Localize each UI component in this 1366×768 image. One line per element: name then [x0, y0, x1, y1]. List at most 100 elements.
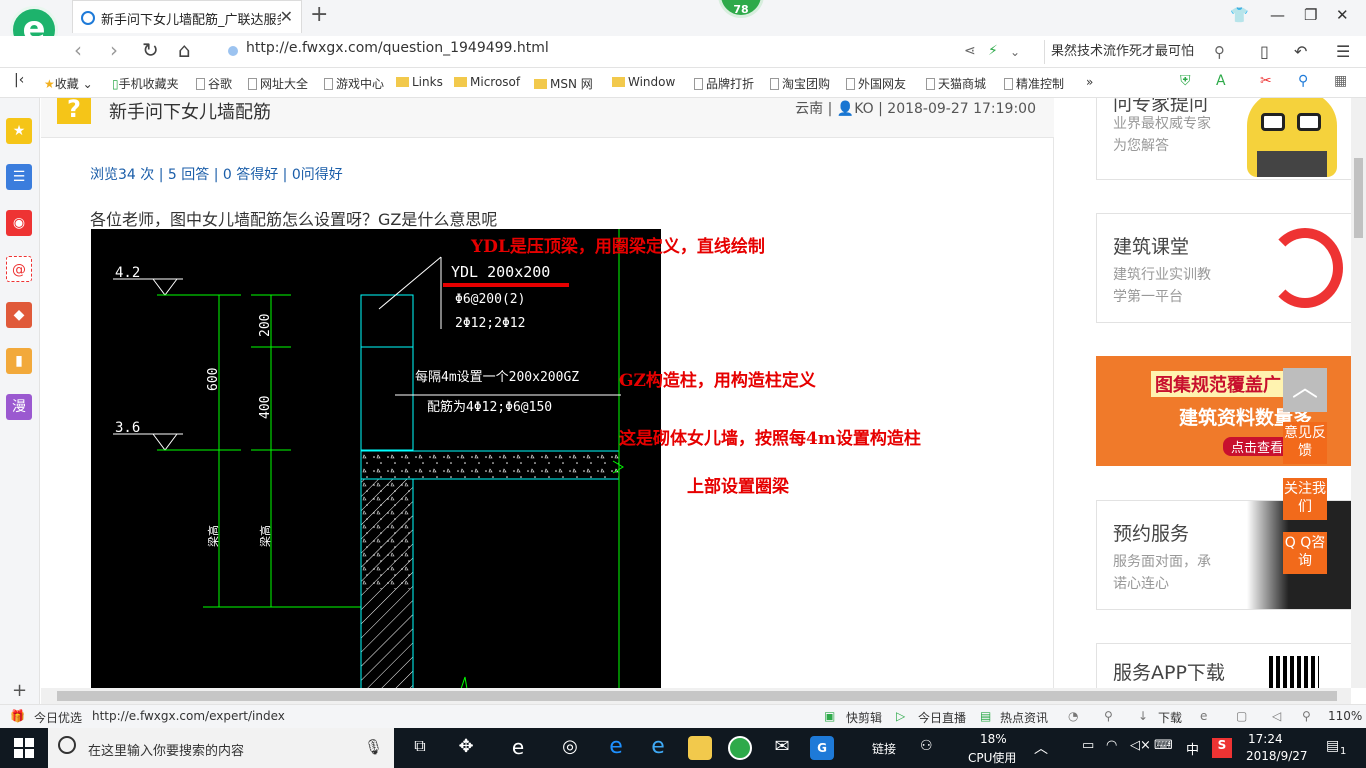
- translate-icon[interactable]: A: [1216, 73, 1226, 89]
- horizontal-scroll-thumb[interactable]: [57, 691, 1337, 701]
- mute-icon[interactable]: ◁: [1272, 709, 1281, 723]
- refresh-icon[interactable]: ↻: [142, 38, 159, 62]
- 360-browser-icon[interactable]: [728, 736, 752, 760]
- clock-date[interactable]: 2018/9/27: [1246, 749, 1308, 763]
- notification-icon[interactable]: ▤: [1326, 738, 1339, 754]
- follow-button[interactable]: 关注我们: [1283, 478, 1327, 520]
- new-tab-icon[interactable]: +: [310, 2, 328, 27]
- task-view-icon[interactable]: ⧉: [408, 736, 432, 760]
- horizontal-scrollbar[interactable]: [41, 688, 1351, 704]
- bookmark-mobile[interactable]: ▯手机收藏夹: [112, 75, 179, 92]
- book-icon[interactable]: ▮: [6, 348, 32, 374]
- glodon-icon[interactable]: G: [810, 736, 834, 760]
- wifi-icon[interactable]: ◠: [1106, 738, 1117, 753]
- qq-button[interactable]: Q Q咨询: [1283, 532, 1327, 574]
- tab-close-icon[interactable]: ✕: [280, 7, 293, 26]
- clock-time[interactable]: 17:24: [1248, 732, 1283, 746]
- score-badge[interactable]: 78: [718, 0, 764, 18]
- comic-icon[interactable]: 漫: [6, 394, 32, 420]
- ie-icon[interactable]: e: [1200, 709, 1207, 723]
- vertical-scroll-thumb[interactable]: [1354, 158, 1363, 238]
- bookmark-tmall[interactable]: 天猫商城: [926, 75, 986, 92]
- zoom-level[interactable]: 110%: [1328, 709, 1362, 723]
- chevron-up-icon[interactable]: ︿: [1034, 738, 1048, 758]
- keyboard-icon[interactable]: ⌨: [1154, 738, 1173, 753]
- url-field[interactable]: http://e.fwxgx.com/question_1949499.html: [228, 40, 958, 64]
- lightning-icon[interactable]: ⚡: [988, 43, 998, 59]
- bookmark-taobao[interactable]: 淘宝团购: [770, 75, 830, 92]
- people-icon[interactable]: ⚇: [920, 738, 933, 754]
- edge-icon[interactable]: e: [604, 736, 628, 760]
- zoom-icon[interactable]: ⚲: [1302, 709, 1311, 723]
- chevron-down-icon[interactable]: ⌄: [1010, 45, 1020, 59]
- feedback-button[interactable]: 意见反馈: [1283, 422, 1327, 464]
- pinwheel-icon[interactable]: ✥: [454, 736, 478, 760]
- search-icon[interactable]: ⚲: [1298, 73, 1308, 89]
- undo-icon[interactable]: ↶: [1294, 42, 1307, 61]
- bookmark-precise[interactable]: 精准控制: [1004, 75, 1064, 92]
- bookmark-microsoft[interactable]: Microsof: [454, 75, 520, 89]
- volume-icon[interactable]: ◁×: [1130, 738, 1151, 753]
- shield-icon[interactable]: ⛨: [1180, 73, 1191, 89]
- bookmark-msn[interactable]: MSN 网: [534, 75, 593, 92]
- mail-icon[interactable]: ✉: [770, 736, 794, 760]
- game-icon[interactable]: ◆: [6, 302, 32, 328]
- maximize-icon[interactable]: ❐: [1304, 6, 1317, 24]
- banner-button[interactable]: 点击查看: [1223, 437, 1292, 456]
- taskbar-search[interactable]: 在这里输入你要搜索的内容 🎙: [48, 728, 394, 768]
- ie-icon[interactable]: e: [646, 736, 670, 760]
- back-to-top-button[interactable]: ︿: [1283, 368, 1327, 412]
- bookmark-google[interactable]: 谷歌: [196, 75, 232, 92]
- course-card[interactable]: 建筑课堂 建筑行业实训教 学第一平台: [1096, 213, 1351, 323]
- sogou-icon[interactable]: S: [1212, 738, 1232, 758]
- quick-edit[interactable]: 快剪辑: [846, 709, 882, 726]
- browser-tab[interactable]: 新手问下女儿墙配筋_广联达服务 ✕: [72, 0, 302, 33]
- file-explorer-icon[interactable]: [688, 736, 712, 760]
- minimize-icon[interactable]: —: [1270, 6, 1285, 24]
- windows-start-icon[interactable]: [14, 738, 34, 758]
- hot-news[interactable]: 热点资讯: [1000, 709, 1048, 726]
- answers-count[interactable]: 5 回答: [168, 167, 209, 183]
- share-icon[interactable]: ⋖: [964, 43, 976, 59]
- search-icon[interactable]: ⚲: [1214, 43, 1225, 61]
- forward-icon[interactable]: ›: [110, 38, 118, 62]
- bookmark-links[interactable]: Links: [396, 75, 443, 89]
- grid-icon[interactable]: ▦: [1334, 73, 1347, 89]
- more-bookmarks-icon[interactable]: »: [1086, 75, 1093, 89]
- star-icon[interactable]: ★: [6, 118, 32, 144]
- bookmark-favorites[interactable]: ★收藏 ⌄: [44, 75, 93, 92]
- scissors-icon[interactable]: ✂: [1260, 73, 1272, 89]
- close-window-icon[interactable]: ✕: [1336, 6, 1349, 24]
- bookmark-brand[interactable]: 品牌打折: [694, 75, 754, 92]
- ime-indicator[interactable]: 中: [1186, 739, 1199, 758]
- app-download-card[interactable]: 服务APP下载: [1096, 643, 1351, 688]
- shirt-icon[interactable]: 👕: [1230, 6, 1249, 24]
- battery-icon[interactable]: ▭: [1082, 738, 1094, 753]
- download-label[interactable]: 下载: [1158, 709, 1182, 726]
- add-icon[interactable]: +: [12, 680, 27, 701]
- bookmark-foreign[interactable]: 外国网友: [846, 75, 906, 92]
- back-icon[interactable]: ‹: [74, 38, 82, 62]
- news-icon[interactable]: ☰: [6, 164, 32, 190]
- menu-icon[interactable]: ☰: [1336, 42, 1350, 61]
- window-icon[interactable]: ▢: [1236, 709, 1247, 723]
- speedometer-icon[interactable]: ◔: [1068, 709, 1078, 723]
- links-toolbar[interactable]: 链接: [872, 740, 896, 757]
- sidebar-toggle-icon[interactable]: |‹: [14, 72, 24, 88]
- question-user[interactable]: KO: [854, 101, 873, 117]
- email-icon[interactable]: @: [6, 256, 32, 282]
- spiral-icon[interactable]: ◎: [558, 736, 582, 760]
- bookmark-games[interactable]: 游戏中心: [324, 75, 384, 92]
- bookmark-windows[interactable]: Window: [612, 75, 675, 89]
- expert-card[interactable]: 问专家提问 业界最权威专家 为您解答: [1096, 98, 1351, 180]
- weibo-icon[interactable]: ◉: [6, 210, 32, 236]
- phone-icon[interactable]: ▯: [1260, 42, 1269, 61]
- vertical-scrollbar[interactable]: [1351, 98, 1366, 688]
- today-picks[interactable]: 今日优选: [34, 709, 82, 726]
- home-icon[interactable]: ⌂: [178, 38, 191, 62]
- microphone-icon[interactable]: 🎙: [364, 738, 383, 756]
- pin-icon[interactable]: ⚲: [1104, 709, 1113, 723]
- today-live[interactable]: 今日直播: [918, 709, 966, 726]
- browser-e-icon[interactable]: e: [506, 736, 530, 760]
- bookmark-hao[interactable]: 网址大全: [248, 75, 308, 92]
